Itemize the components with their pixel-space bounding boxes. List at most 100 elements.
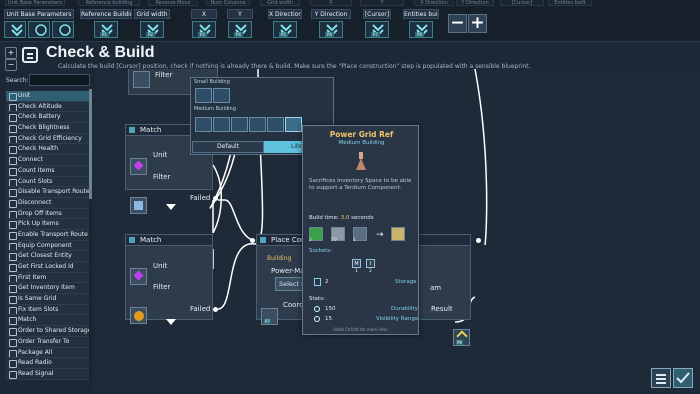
ghost-tab: Reverse Move xyxy=(148,0,198,6)
sidebar-item[interactable]: Pick Up Items xyxy=(6,219,90,230)
parameter-value-icon[interactable]: P8 xyxy=(409,21,433,38)
parameter-tag: P2 xyxy=(146,32,155,37)
parameter-label[interactable]: X Direction xyxy=(268,9,302,19)
parameter-tag: P3 xyxy=(198,32,207,37)
confirm-button[interactable] xyxy=(673,368,693,388)
sidebar-item[interactable]: Disable Transport Route xyxy=(6,187,90,198)
ghost-tab: Num Columns xyxy=(206,0,250,6)
parameter-value-icon[interactable]: P7 xyxy=(365,21,389,38)
filter-port-icon[interactable] xyxy=(133,71,150,88)
failed-output-port[interactable] xyxy=(213,307,218,312)
search-input[interactable] xyxy=(29,74,90,86)
building-tile-1-icon[interactable] xyxy=(195,88,212,103)
parameter-label[interactable]: Entities built xyxy=(403,9,439,19)
parameter-label[interactable]: X xyxy=(191,9,217,19)
sidebar-item[interactable]: Enable Transport Route xyxy=(6,229,90,241)
sidebar-item[interactable]: Check Blightness xyxy=(6,123,90,134)
building-tile-2-icon[interactable] xyxy=(213,88,230,103)
parameter-value-icon[interactable]: P1 xyxy=(94,21,118,38)
sidebar-item[interactable]: Check Battery xyxy=(6,112,90,124)
sidebar-item[interactable]: Check Health xyxy=(6,144,90,156)
parameter-value-icon[interactable] xyxy=(52,21,74,38)
parameter-label[interactable]: Grid width xyxy=(134,9,170,19)
parameter-value-icon[interactable]: P5 xyxy=(273,21,297,38)
tab-default[interactable]: Default xyxy=(192,141,264,153)
building-tile-3-icon[interactable] xyxy=(195,117,212,132)
tooltip-subtitle: Medium Building xyxy=(338,140,385,146)
sidebar-item[interactable]: Check Grid Efficiency xyxy=(6,133,90,145)
result-port-icon[interactable]: P8 xyxy=(453,329,470,346)
zoom-in-button[interactable]: + xyxy=(5,47,17,59)
parameter-tag: P8 xyxy=(415,32,424,37)
remove-parameter-button[interactable]: − xyxy=(448,14,467,33)
parameter-label[interactable]: Y Direction xyxy=(311,9,351,19)
sidebar-item[interactable]: First Item xyxy=(6,272,90,284)
ghost-tab: Y xyxy=(360,0,404,6)
sidebar-item[interactable]: Unit xyxy=(6,91,90,102)
behavior-icon xyxy=(22,47,38,63)
p7-tag: P7 xyxy=(264,319,271,324)
parameter-value-icon[interactable] xyxy=(4,21,26,38)
sidebar-item[interactable]: Drop Off Items xyxy=(6,208,90,220)
filter-port-icon[interactable] xyxy=(130,307,147,324)
wire xyxy=(217,243,256,310)
input-port[interactable] xyxy=(250,238,255,243)
parameter-tag: P6 xyxy=(325,32,334,37)
sidebar-item[interactable]: Get Inventory Item xyxy=(6,283,90,295)
building-tile-5-icon[interactable] xyxy=(231,117,248,132)
sidebar-item[interactable]: Is Same Grid xyxy=(6,294,90,305)
param-label: am xyxy=(430,284,442,292)
sidebar-item[interactable]: Get First Locked Id xyxy=(6,262,90,273)
unit-port-icon[interactable] xyxy=(130,268,147,285)
parameter-label[interactable]: Reference Building xyxy=(80,9,132,19)
sidebar-item[interactable]: Count Items xyxy=(6,165,90,177)
ghost-tab: Y Direction xyxy=(456,0,494,6)
parameter-label[interactable]: Unit Base Parameters xyxy=(4,9,74,19)
sidebar-item[interactable]: Fix Item Slots xyxy=(6,304,90,316)
sidebar-item[interactable]: Match xyxy=(6,315,90,327)
list-menu-button[interactable] xyxy=(651,368,671,388)
storage-count: 2 xyxy=(325,279,329,285)
coordinate-port-icon[interactable]: P7 xyxy=(261,308,278,325)
failed-label: Failed xyxy=(190,194,211,202)
sidebar-item[interactable]: Read Signal xyxy=(6,368,90,380)
building-tile-power-grid-icon[interactable] xyxy=(285,117,302,132)
parameter-column: [Cursor] P7 xyxy=(363,9,391,39)
parameter-value-icon[interactable]: P2 xyxy=(140,21,164,38)
sidebar-item[interactable]: Package All xyxy=(6,347,90,359)
add-parameter-button[interactable]: + xyxy=(468,14,487,33)
sidebar-item[interactable]: Check Altitude xyxy=(6,101,90,113)
sidebar-scroll-thumb[interactable] xyxy=(89,89,92,199)
ghost-tab: Entities built xyxy=(548,0,592,6)
sidebar-item[interactable]: Connect xyxy=(6,155,90,166)
sidebar-item[interactable]: Equip Component xyxy=(6,240,90,252)
sidebar-item[interactable]: Order to Shared Storage xyxy=(6,326,90,337)
sidebar-item[interactable]: Get Closest Entity xyxy=(6,251,90,262)
building-tile-6-icon[interactable] xyxy=(249,117,266,132)
sidebar-item[interactable]: Disconnect xyxy=(6,197,90,209)
building-tile-7-icon[interactable] xyxy=(267,117,284,132)
wire xyxy=(474,69,488,246)
building-tile-4-icon[interactable] xyxy=(213,117,230,132)
parameter-value-icon[interactable]: P3 xyxy=(192,21,216,38)
parameter-label[interactable]: [Cursor] xyxy=(363,9,391,19)
parameter-value-icon[interactable]: P6 xyxy=(319,21,343,38)
instruction-list: Unit Check Altitude Check Battery Check Bli… xyxy=(6,91,90,387)
parameter-label[interactable]: Y xyxy=(227,9,253,19)
small-building-label: Small Building xyxy=(194,79,230,85)
parameter-value-icon[interactable]: P4 xyxy=(228,21,252,38)
unit-port-icon[interactable] xyxy=(130,158,147,175)
tab-library[interactable]: Library xyxy=(264,141,304,153)
build-time-label: Build time: xyxy=(309,215,339,221)
sidebar-item[interactable]: Count Slots xyxy=(6,176,90,188)
sidebar-item[interactable]: Read Radio xyxy=(6,358,90,369)
visibility-icon xyxy=(314,316,320,322)
sidebar-item[interactable]: Order Transfer To xyxy=(6,336,90,348)
parameter-column: Entities built P8 xyxy=(403,9,439,39)
output-port[interactable] xyxy=(476,238,481,243)
filter-port-icon[interactable] xyxy=(130,197,147,214)
parameter-value-icon[interactable] xyxy=(28,21,50,38)
failed-output-port[interactable] xyxy=(213,196,218,201)
zoom-out-button[interactable]: − xyxy=(5,59,17,71)
failed-label: Failed xyxy=(190,305,211,313)
